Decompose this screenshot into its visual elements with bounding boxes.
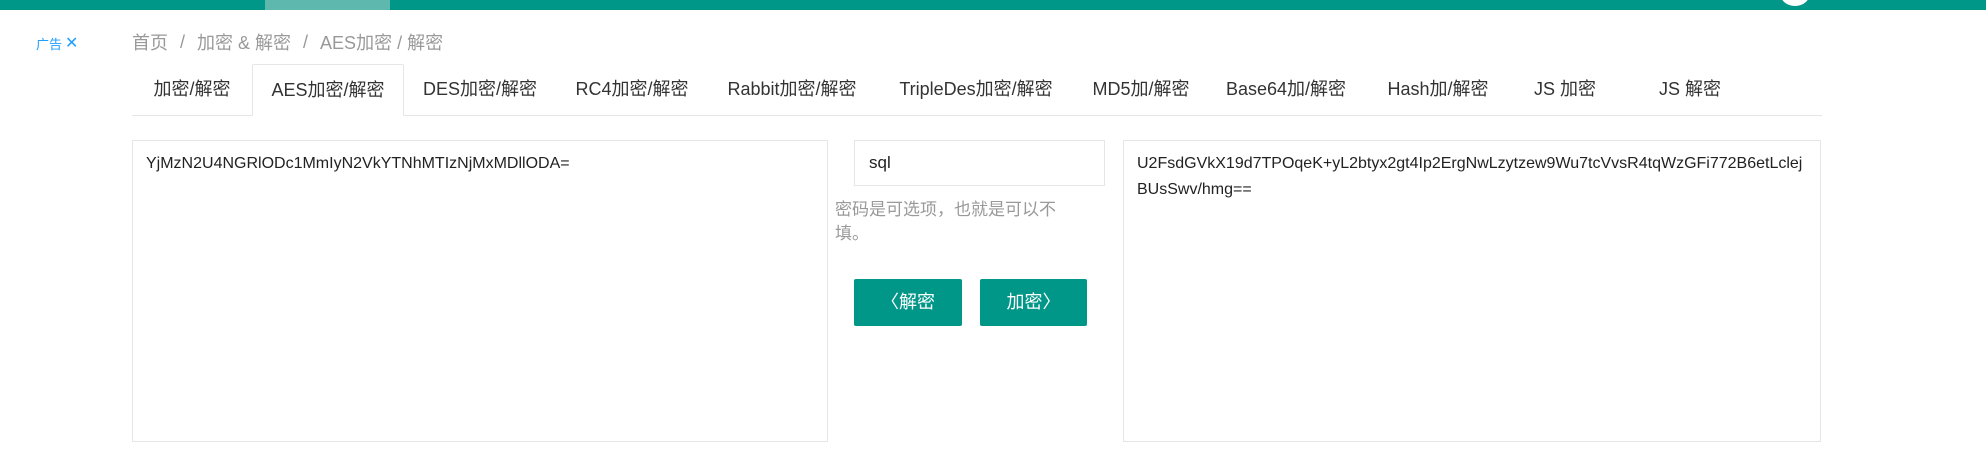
password-input[interactable]: sql [854,140,1105,186]
chevron-left-icon: 〈 [881,292,899,312]
encrypt-button-label: 加密 [1006,292,1043,312]
breadcrumb-separator: / [180,31,186,52]
tab-tripledes[interactable]: TripleDes加密/解密 [876,64,1076,115]
tab-bar: 加密/解密 AES加密/解密 DES加密/解密 RC4加密/解密 Rabbit加… [132,64,1822,116]
ciphertext-input[interactable]: YjMzN2U4NGRlODc1MmIyN2VkYTNhMTIzNjMxMDll… [132,140,828,442]
tab-rc4[interactable]: RC4加密/解密 [556,64,708,115]
breadcrumb-separator: / [303,31,309,52]
breadcrumb-encrypt-decrypt[interactable]: 加密 & 解密 [197,29,291,55]
tab-js-encrypt[interactable]: JS 加密 [1510,64,1620,115]
chevron-right-icon: 〉 [1042,292,1061,312]
ad-badge[interactable]: 广告 ✕ [36,34,78,53]
ad-label: 广告 [36,37,63,52]
breadcrumb: 首页 / 加密 & 解密 / AES加密 / 解密 [132,29,443,55]
tab-des[interactable]: DES加密/解密 [404,64,556,115]
password-hint: 密码是可选项，也就是可以不填。 [835,200,1056,243]
decrypt-button[interactable]: 〈解密 [854,279,962,326]
tab-hash[interactable]: Hash加/解密 [1366,64,1510,115]
decrypt-button-label: 解密 [899,292,935,312]
tab-base64[interactable]: Base64加/解密 [1206,64,1366,115]
tab-encrypt-decrypt[interactable]: 加密/解密 [132,64,252,115]
tab-rabbit[interactable]: Rabbit加密/解密 [708,64,876,115]
top-bar [0,0,1986,10]
breadcrumb-current: AES加密 / 解密 [320,33,444,53]
encrypt-button[interactable]: 加密〉 [980,279,1087,326]
plaintext-output[interactable]: U2FsdGVkX19d7TPOqeK+yL2btyx2gt4Ip2ErgNwL… [1123,140,1821,442]
user-avatar-icon[interactable] [1780,0,1810,6]
tab-aes[interactable]: AES加密/解密 [252,64,404,116]
tab-md5[interactable]: MD5加/解密 [1076,64,1206,115]
close-icon[interactable]: ✕ [65,35,78,52]
top-bar-highlight [265,0,390,10]
tab-js-decrypt[interactable]: JS 解密 [1620,64,1760,115]
breadcrumb-home[interactable]: 首页 [132,29,168,55]
